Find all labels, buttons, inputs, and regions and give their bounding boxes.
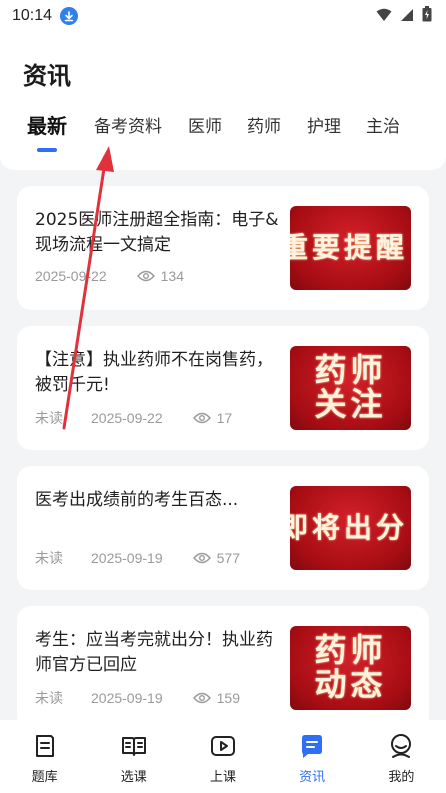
article-date: 2025-09-22 — [91, 410, 163, 426]
article-views: 159 — [192, 690, 240, 706]
page-title: 资讯 — [23, 62, 71, 90]
article-title: 【注意】执业药师不在岗售药，被罚千元! — [35, 350, 273, 395]
view-count: 17 — [216, 410, 233, 426]
thumbnail-text: 关注 — [314, 385, 387, 423]
article-meta: 未读 2025-09-19 159 — [35, 688, 240, 708]
status-time: 10:14 — [12, 7, 53, 24]
play-class-icon — [210, 736, 235, 756]
article-meta: 2025-09-22 134 — [35, 268, 184, 284]
article-thumbnail: 药师 关注 — [290, 346, 411, 430]
view-count: 134 — [160, 268, 184, 284]
nav-news[interactable]: 资讯 — [272, 732, 352, 785]
thumbnail-text: 重要提醒 — [290, 231, 409, 265]
view-count: 159 — [216, 690, 240, 706]
thumbnail-text: 药师 — [314, 631, 387, 670]
question-bank-icon — [35, 735, 54, 757]
news-icon — [302, 735, 323, 758]
nav-label: 上课 — [209, 770, 236, 785]
nav-course-select[interactable]: 选课 — [94, 732, 174, 785]
thumbnail-text: 即将出分 — [290, 511, 409, 545]
nav-label: 我的 — [388, 770, 415, 785]
article-title: 医考出成绩前的考生百态... — [35, 490, 239, 510]
header: 资讯 最新 备考资料 医师 药师 护理 主治 — [0, 32, 446, 170]
eye-icon — [136, 270, 155, 282]
article-thumbnail: 重要提醒 — [290, 206, 411, 290]
nav-attend-class[interactable]: 上课 — [183, 732, 263, 785]
wifi-icon — [376, 7, 392, 26]
tab-nursing[interactable]: 护理 — [307, 112, 341, 137]
category-tabs: 最新 备考资料 医师 药师 护理 主治 — [0, 112, 446, 156]
battery-icon — [422, 6, 432, 26]
article-views: 134 — [136, 268, 184, 284]
thumbnail-text: 药师 — [314, 351, 387, 390]
nav-label: 题库 — [31, 770, 58, 785]
article-card[interactable]: 2025医师注册超全指南：电子&现场流程一文搞定 2025-09-22 134 … — [17, 186, 429, 310]
unread-label: 未读 — [35, 690, 63, 706]
bottom-nav: 题库 选课 上课 资讯 我的 — [0, 720, 446, 793]
nav-label: 资讯 — [299, 770, 326, 785]
eye-icon — [192, 692, 211, 704]
tab-physician[interactable]: 医师 — [188, 112, 222, 137]
article-thumbnail: 即将出分 — [290, 486, 411, 570]
article-date: 2025-09-19 — [91, 690, 163, 706]
article-date: 2025-09-22 — [35, 268, 107, 284]
status-bar: 10:14 — [0, 0, 446, 32]
article-views: 17 — [192, 410, 233, 426]
view-count: 577 — [216, 550, 240, 566]
article-meta: 未读 2025-09-22 17 — [35, 408, 232, 428]
tab-latest[interactable]: 最新 — [27, 112, 67, 139]
signal-icon — [400, 7, 414, 26]
eye-icon — [192, 412, 211, 424]
nav-label: 选课 — [120, 770, 147, 785]
profile-icon — [391, 734, 412, 758]
nav-question-bank[interactable]: 题库 — [5, 732, 85, 785]
download-icon — [60, 7, 79, 25]
active-tab-indicator — [37, 148, 57, 152]
article-title: 2025医师注册超全指南：电子&现场流程一文搞定 — [35, 210, 279, 255]
article-date: 2025-09-19 — [91, 550, 163, 566]
unread-label: 未读 — [35, 410, 63, 426]
tab-attending[interactable]: 主治 — [366, 112, 400, 137]
article-card[interactable]: 考生：应当考完就出分！执业药师官方已回应 未读 2025-09-19 159 药… — [17, 606, 429, 730]
course-select-icon — [121, 737, 146, 756]
article-card[interactable]: 【注意】执业药师不在岗售药，被罚千元! 未读 2025-09-22 17 药师 … — [17, 326, 429, 450]
article-thumbnail: 药师 动态 — [290, 626, 411, 710]
thumbnail-text: 动态 — [314, 665, 387, 703]
article-meta: 未读 2025-09-19 577 — [35, 548, 240, 568]
eye-icon — [192, 552, 211, 564]
tab-exam-materials[interactable]: 备考资料 — [94, 112, 162, 137]
nav-profile[interactable]: 我的 — [361, 732, 441, 785]
article-title: 考生：应当考完就出分！执业药师官方已回应 — [35, 630, 273, 675]
article-views: 577 — [192, 550, 240, 566]
unread-label: 未读 — [35, 550, 63, 566]
article-card[interactable]: 医考出成绩前的考生百态... 未读 2025-09-19 577 即将出分 — [17, 466, 429, 590]
tab-pharmacist[interactable]: 药师 — [247, 112, 281, 137]
